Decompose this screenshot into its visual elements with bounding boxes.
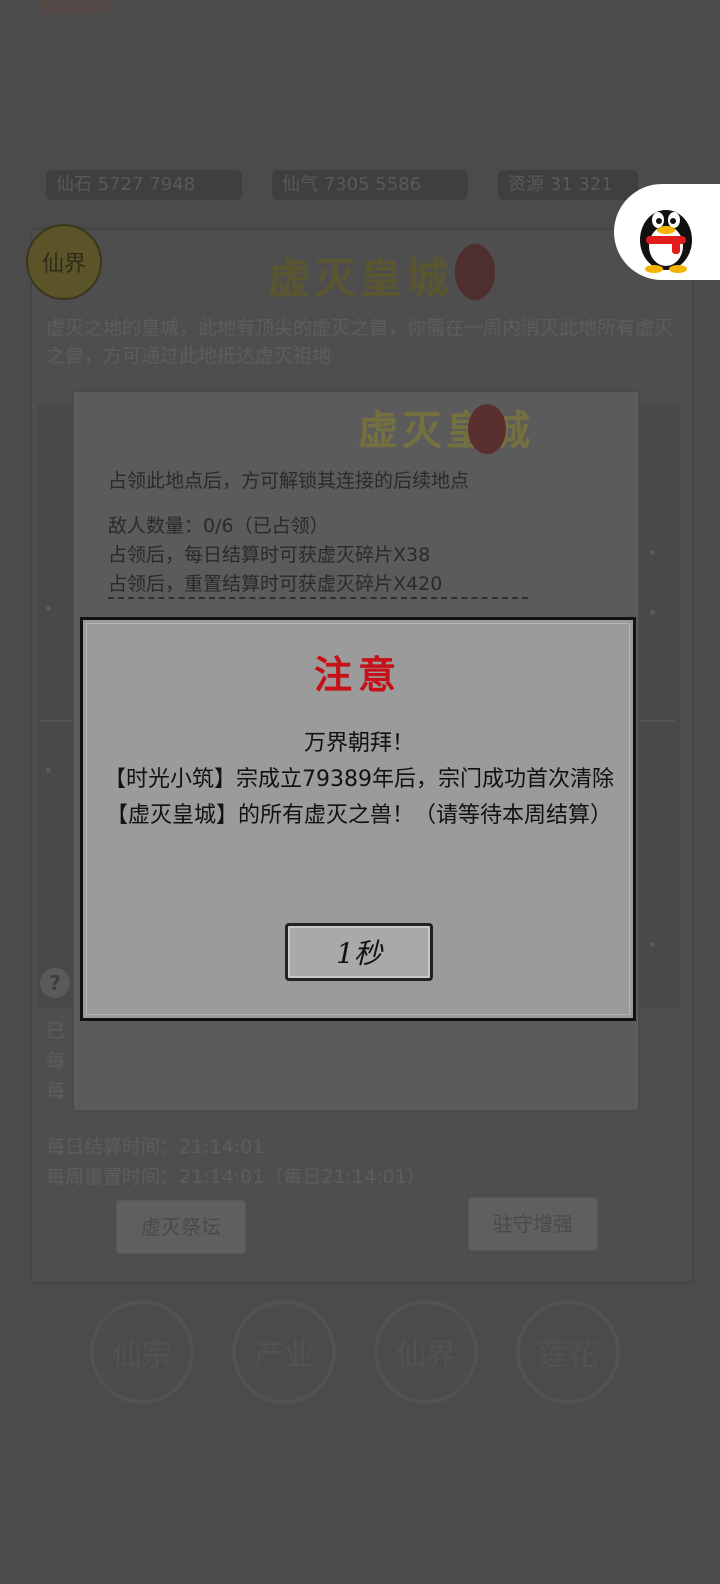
countdown-button[interactable]: 1秒 [285, 923, 433, 981]
settle-times: 每日结算时间：21:14:01 每周重置时间：21:14:01（每日21:14:… [46, 1132, 426, 1192]
notice-dialog: 注意 万界朝拜！ 【时光小筑】宗成立79389年后，宗门成功首次清除【虚灭皇城】… [80, 617, 636, 1021]
map-node [650, 550, 655, 555]
notice-line-2: 【时光小筑】宗成立79389年后，宗门成功首次清除【虚灭皇城】的所有虚灭之兽！（… [104, 767, 614, 828]
qq-penguin-icon [640, 210, 692, 273]
map-node [650, 942, 655, 947]
location-stats: 敌人数量：0/6（已占领） 占领后，每日结算时可获虚灭碎片X38 占领后，重置结… [108, 512, 442, 599]
map-node [650, 610, 655, 615]
nav-sect[interactable]: 仙宗 [90, 1300, 194, 1404]
notice-message: 万界朝拜！ 【时光小筑】宗成立79389年后，宗门成功首次清除【虚灭皇城】的所有… [103, 726, 615, 834]
weekly-reset-time: 每周重置时间：21:14:01（每日21:14:01） [46, 1166, 426, 1188]
panel-description: 虚灭之地的皇城，此地有顶尖的虚灭之兽，你需在一周内消灭此地所有虚灭之兽，方可通过… [46, 317, 674, 367]
altar-button[interactable]: 虚灭祭坛 [116, 1200, 246, 1254]
resource-pill-2: 仙气 7305 5586 [272, 170, 468, 200]
resource-pill-3: 资源 31 321 [498, 170, 638, 200]
qq-floating-button[interactable] [614, 184, 720, 280]
daily-settle-time: 每日结算时间：21:14:01 [46, 1136, 265, 1158]
reset-reward: 占领后，重置结算时可获虚灭碎片X420 [108, 573, 443, 595]
realm-logo[interactable]: 仙界 [26, 224, 102, 300]
seal-stamp-icon [468, 404, 506, 454]
location-title: 虚灭皇城 [358, 407, 534, 454]
nav-realm[interactable]: 仙界 [374, 1300, 478, 1404]
top-tab-fragment [40, 0, 110, 14]
resource-pill-1: 仙石 5727 7948 [46, 170, 242, 200]
enemy-count: 敌人数量：0/6（已占领） [108, 515, 329, 537]
nav-industry[interactable]: 产业 [232, 1300, 336, 1404]
partial-text: 已 每 每 [46, 1020, 66, 1102]
panel-title: 虚灭皇城 [268, 254, 453, 303]
notice-title: 注意 [313, 652, 402, 697]
seal-stamp-icon [455, 244, 495, 300]
map-node [46, 768, 51, 773]
notice-line-1: 万界朝拜！ [303, 731, 414, 756]
dashed-divider [108, 597, 528, 599]
unlock-hint: 占领此地点后，方可解锁其连接的后续地点 [108, 470, 470, 492]
map-node [46, 606, 51, 611]
guard-enhance-button[interactable]: 驻守增强 [468, 1197, 598, 1251]
nav-lotus[interactable]: 莲花 [516, 1300, 620, 1404]
daily-reward: 占领后，每日结算时可获虚灭碎片X38 [108, 544, 431, 566]
question-icon[interactable]: ? [40, 968, 70, 998]
